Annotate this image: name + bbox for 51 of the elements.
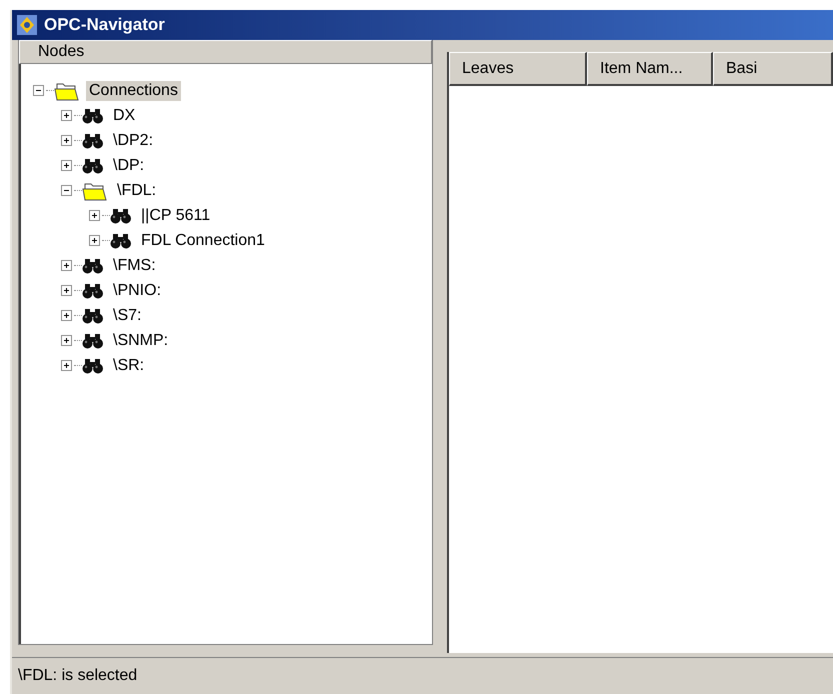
binoculars-icon [82,258,104,274]
plus-icon [62,161,71,170]
tree-item[interactable]: \SNMP: [110,330,172,350]
app-icon [16,14,38,36]
plus-icon [62,111,71,120]
expand-button[interactable] [61,360,72,371]
window-title: OPC-Navigator [44,15,165,35]
binoculars-icon [82,108,104,124]
binoculars-icon [82,332,104,348]
expand-button[interactable] [61,335,72,346]
plus-icon [62,311,71,320]
binoculars-icon [82,282,104,298]
tree-item[interactable]: \DP: [110,156,148,176]
tree-item[interactable]: \DP2: [110,130,156,150]
tree-item[interactable]: Connections [86,80,181,100]
plus-icon [62,336,71,345]
plus-icon [62,361,71,370]
expand-button[interactable] [61,110,72,121]
binoculars-icon [82,358,104,374]
tree-item[interactable]: \FDL: [114,180,160,200]
plus-icon [90,236,99,245]
binoculars-icon [82,308,104,324]
tree-item[interactable]: DX [110,106,138,126]
expand-button[interactable] [61,160,72,171]
plus-icon [62,286,71,295]
collapse-button[interactable] [33,85,44,96]
plus-icon [62,136,71,145]
binoculars-icon [82,158,104,174]
column-header[interactable]: Item Nam... [587,52,713,86]
tree-item[interactable]: \SR: [110,356,148,376]
expand-button[interactable] [61,135,72,146]
collapse-button[interactable] [61,185,72,196]
tree-item[interactable]: \S7: [110,306,144,326]
tree-item[interactable]: FDL Connection1 [138,230,268,250]
expand-button[interactable] [89,210,100,221]
expand-button[interactable] [61,260,72,271]
expand-button[interactable] [89,235,100,246]
binoculars-icon [82,132,104,148]
plus-icon [62,261,71,270]
status-bar: \FDL: is selected [12,657,833,694]
column-header[interactable]: Nodes [19,40,432,64]
plus-icon [90,211,99,220]
tree-item[interactable]: \PNIO: [110,280,164,300]
expand-button[interactable] [61,285,72,296]
column-header[interactable]: Basi [713,52,833,86]
expand-button[interactable] [61,310,72,321]
binoculars-icon [110,208,132,224]
tree-item[interactable]: \FMS: [110,256,159,276]
binoculars-icon [110,232,132,248]
column-header[interactable]: Leaves [449,52,587,86]
tree-item[interactable]: ||CP 5611 [138,206,214,226]
